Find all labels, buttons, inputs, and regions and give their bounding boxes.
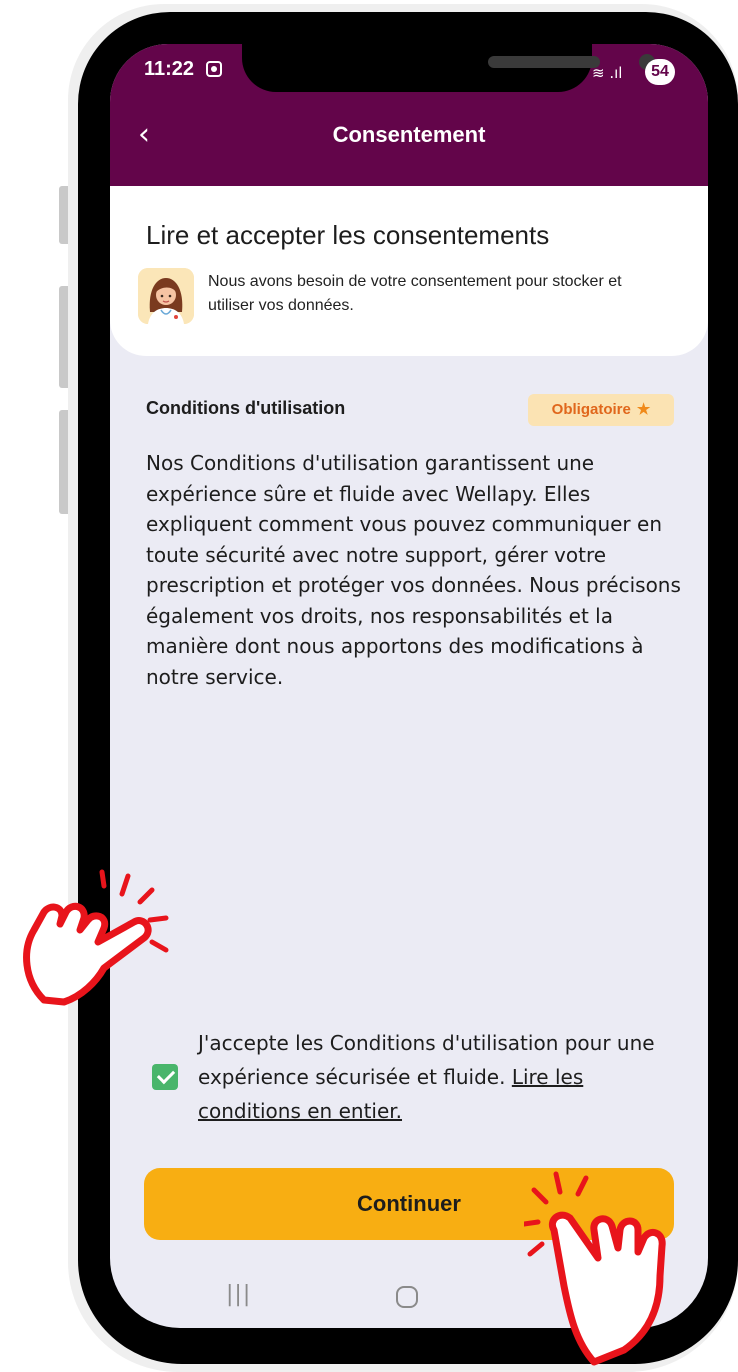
- doctor-avatar-icon: [138, 268, 194, 324]
- pointing-hand-icon: [524, 1171, 666, 1366]
- intro-card: Lire et accepter les consentements Nous …: [110, 186, 708, 356]
- camera-notch: [242, 44, 655, 92]
- mandatory-badge: Obligatoire ★: [528, 394, 674, 426]
- page-title: Consentement: [332, 122, 486, 147]
- phone-screen: 11:22 ≋ .ıl 54 ‹ Consentement Lire et ac…: [110, 44, 708, 1328]
- consent-label: J'accepte les Conditions d'utilisation p…: [198, 1026, 678, 1128]
- consent-checkbox[interactable]: [152, 1064, 178, 1090]
- side-button-bottom: [59, 410, 68, 514]
- terms-section-title: Conditions d'utilisation: [146, 398, 346, 418]
- star-icon: ★: [636, 401, 651, 418]
- battery-icon: 54: [645, 59, 675, 85]
- side-button-top: [59, 186, 68, 244]
- app-header: 11:22 ≋ .ıl 54 ‹ Consentement: [110, 44, 708, 186]
- intro-title: Lire et accepter les consentements: [146, 220, 550, 250]
- recents-button[interactable]: |||: [226, 1282, 251, 1307]
- side-button-middle: [59, 286, 68, 388]
- consent-row: J'accepte les Conditions d'utilisation p…: [110, 1026, 708, 1146]
- intro-subtitle: Nous avons besoin de votre consentement …: [208, 273, 622, 314]
- mandatory-badge-label: Obligatoire: [551, 401, 631, 418]
- speaker-icon: [488, 56, 600, 68]
- signal-icon: ≋ .ıl: [592, 64, 623, 82]
- terms-description: Nos Conditions d'utilisation garantissen…: [146, 451, 681, 689]
- status-time: 11:22: [144, 58, 195, 80]
- screenshot-icon: [206, 61, 222, 77]
- consent-text: J'accepte les Conditions d'utilisation p…: [198, 1031, 655, 1089]
- pointing-hand-icon: [23, 869, 169, 1006]
- home-button[interactable]: [396, 1286, 418, 1308]
